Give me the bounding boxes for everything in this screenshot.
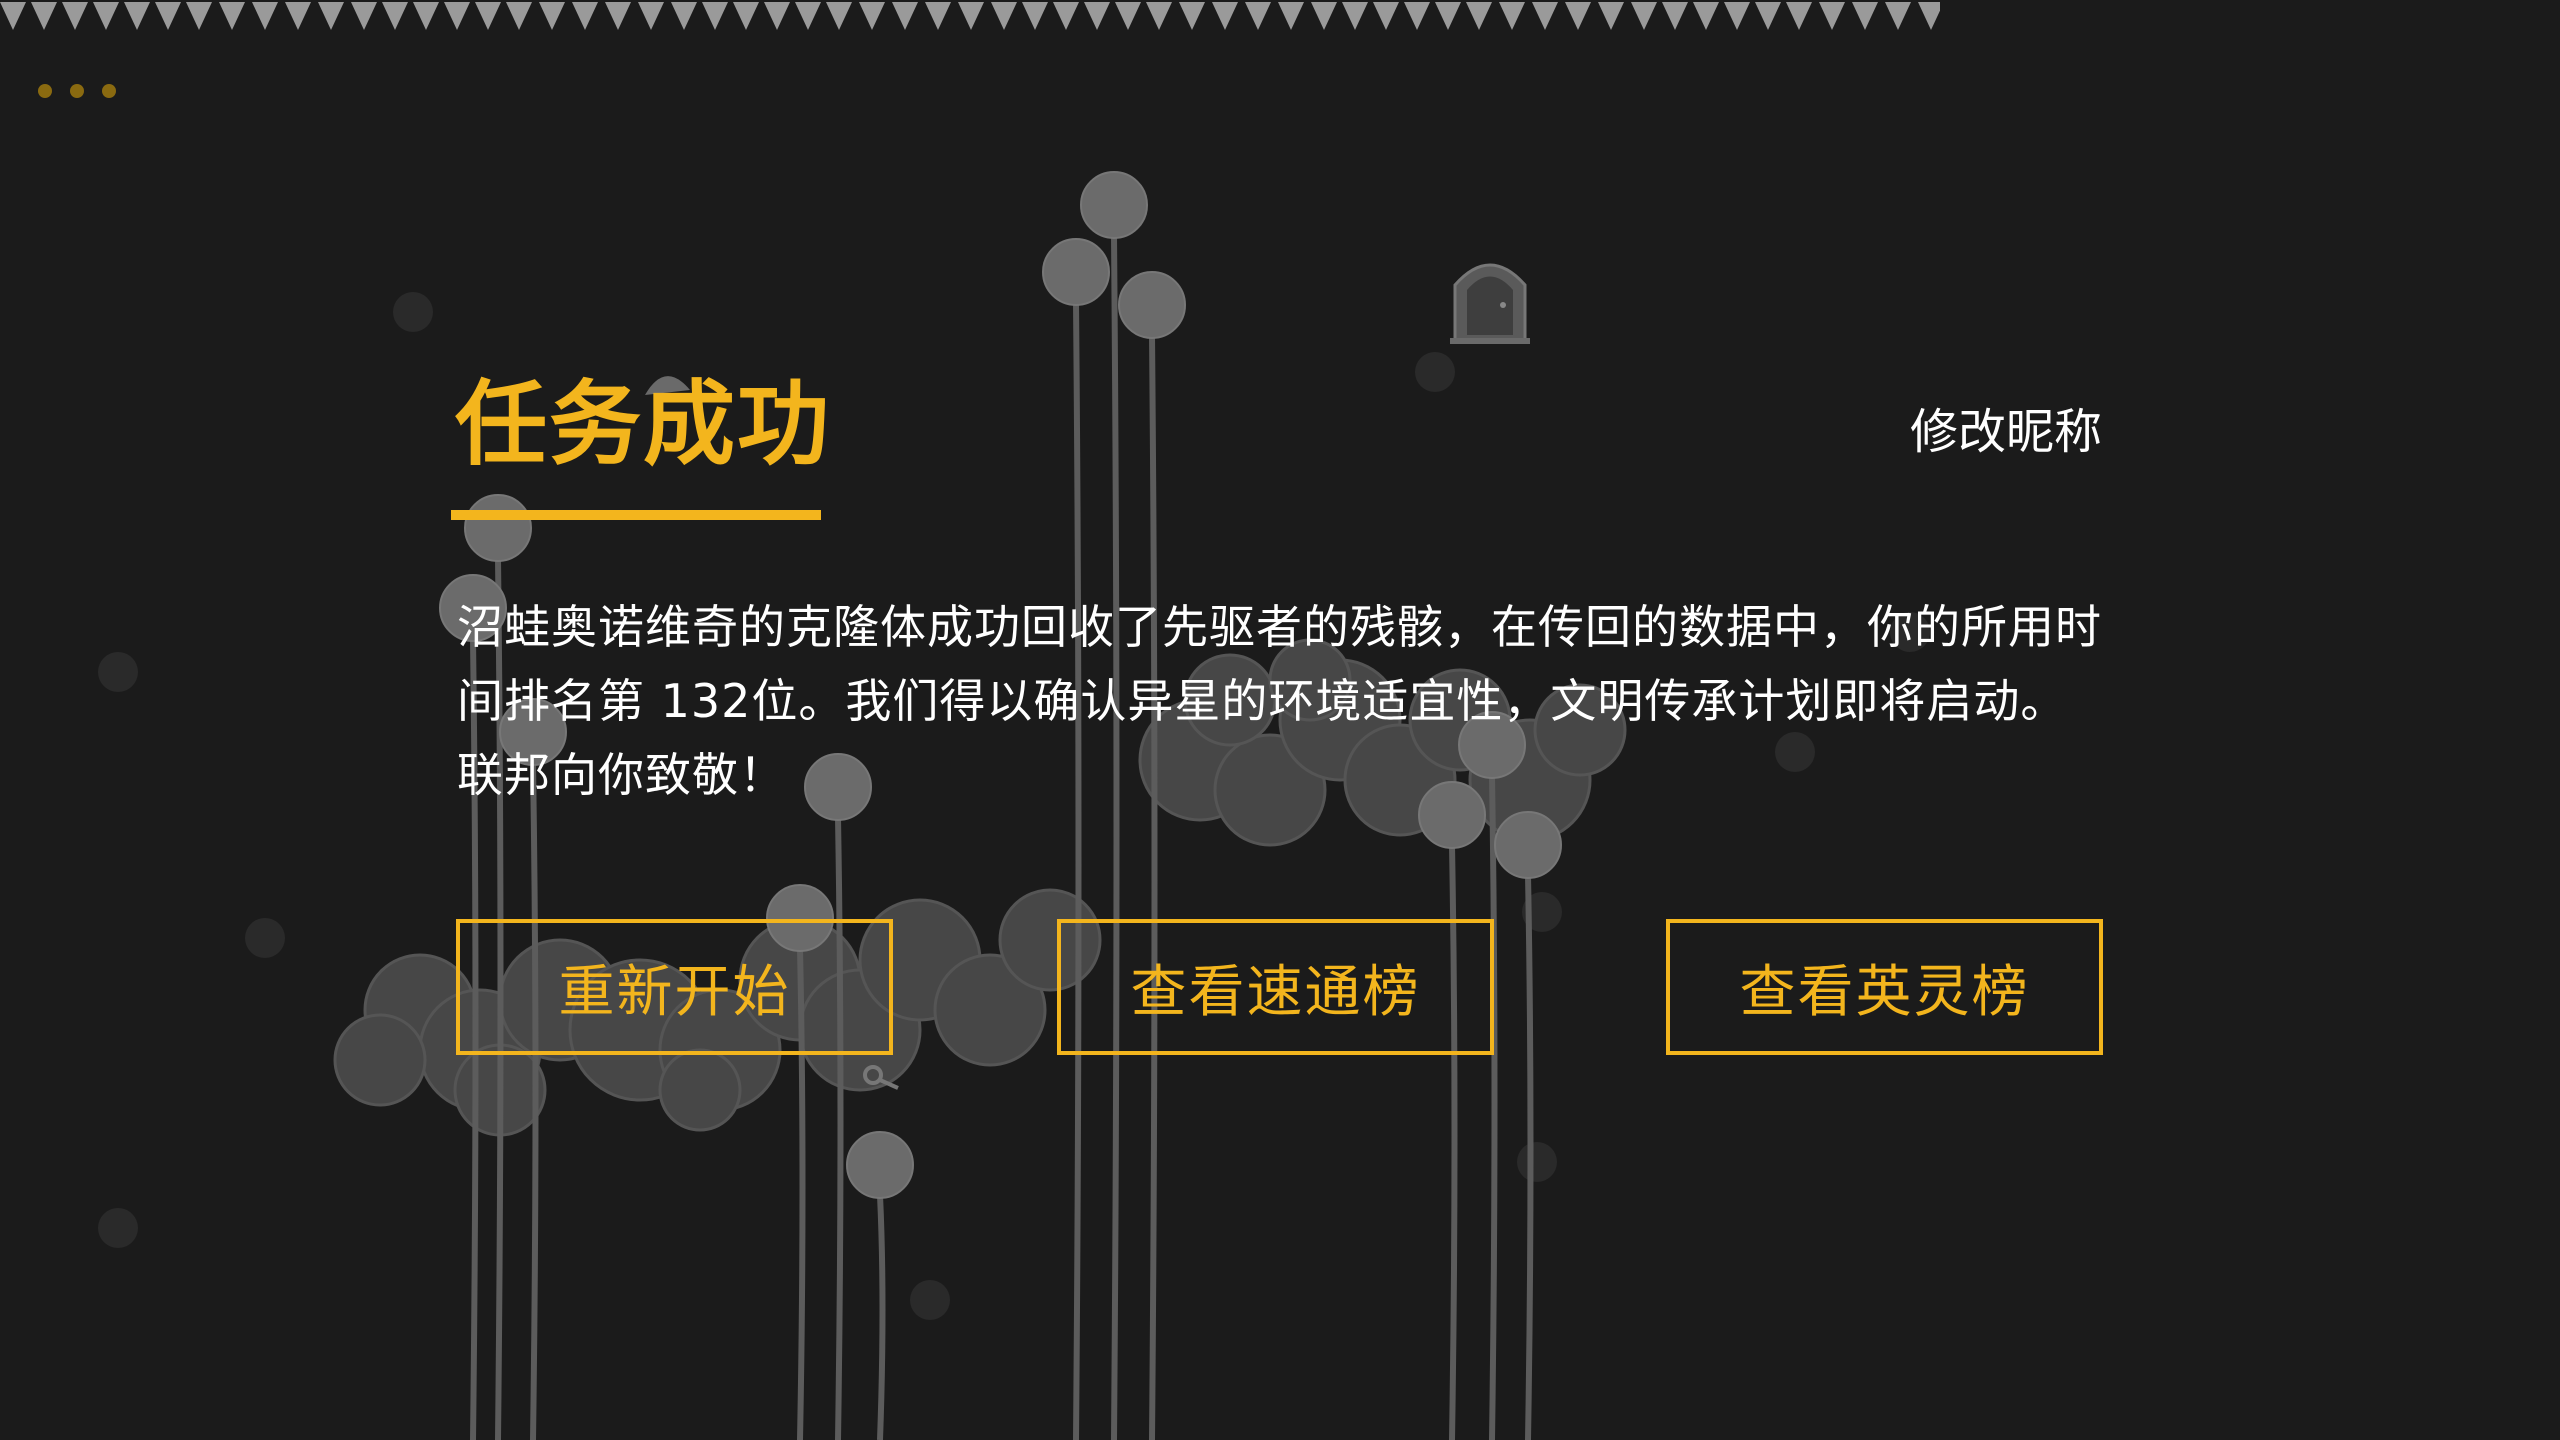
result-message: 沼蛙奥诺维奇的克隆体成功回收了先驱者的残骸，在传回的数据中，你的所用时间排名第 … [457, 600, 2102, 802]
door-icon [1450, 263, 1530, 344]
restart-button[interactable]: 重新开始 [456, 919, 893, 1055]
menu-dot [70, 84, 84, 98]
menu-dot [38, 84, 52, 98]
spike-border [0, 2, 1940, 30]
rename-button[interactable]: 修改昵称 [1910, 400, 2102, 464]
speed-leaderboard-button[interactable]: 查看速通榜 [1057, 919, 1494, 1055]
more-menu-button[interactable] [38, 84, 116, 98]
result-title: 任务成功 [455, 371, 832, 478]
hero-leaderboard-button[interactable]: 查看英灵榜 [1666, 919, 2103, 1055]
menu-dot [102, 84, 116, 98]
title-underline [451, 510, 821, 520]
